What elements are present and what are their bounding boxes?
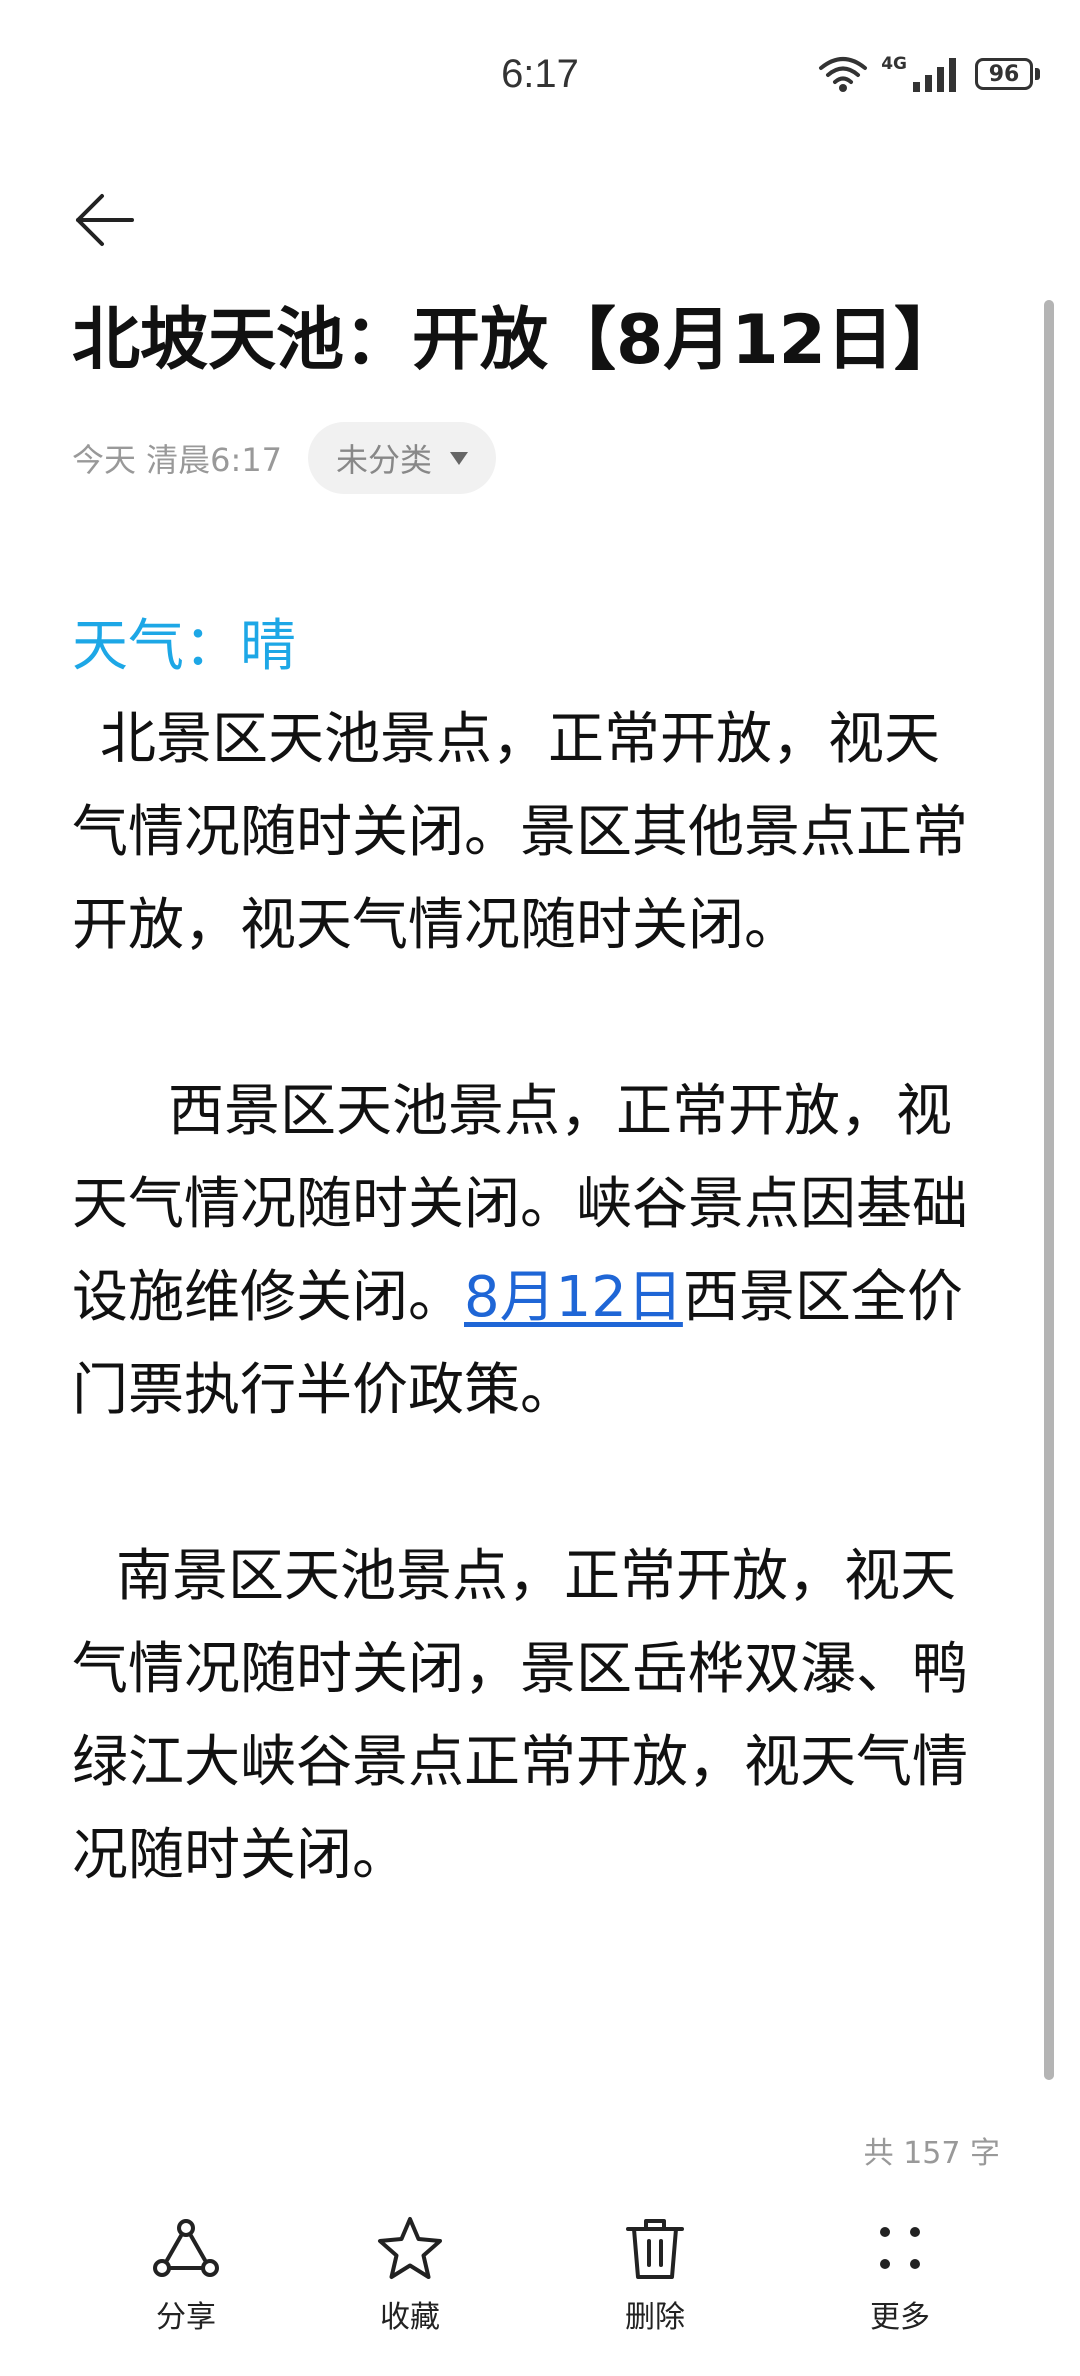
scrollbar-thumb[interactable] — [1044, 300, 1054, 2080]
note-date: 今天 清晨6:17 — [72, 441, 283, 479]
category-label: 未分类 — [336, 441, 433, 479]
back-arrow-icon — [76, 194, 134, 246]
star-icon — [378, 2217, 442, 2279]
battery-tip — [1035, 68, 1040, 80]
note-content[interactable]: 天气：晴 北景区天池景点，正常开放，视天气情况随时关闭。景区其他景点正常开放，视… — [72, 600, 992, 1902]
note-title[interactable]: 北坡天池：开放【8月12日】 — [72, 300, 962, 382]
more-button[interactable]: 更多 — [820, 2200, 980, 2350]
date-link[interactable]: 8月12日 — [464, 1265, 683, 1330]
more-label: 更多 — [870, 2300, 930, 2335]
share-label: 分享 — [156, 2300, 216, 2335]
signal-icon — [913, 58, 956, 92]
weather-line: 天气：晴 — [72, 614, 296, 679]
paragraph-west: 西景区天池景点，正常开放，视天气情况随时关闭。峡谷景点因基础设施维修关闭。8月1… — [72, 1065, 992, 1437]
favorite-label: 收藏 — [380, 2300, 440, 2335]
category-selector[interactable]: 未分类 — [308, 422, 497, 494]
status-icons: 4G 96 — [817, 54, 1040, 94]
share-icon — [153, 2219, 219, 2277]
network-type-label: 4G — [881, 54, 907, 74]
trash-icon — [626, 2219, 684, 2279]
paragraph-south: 南景区天池景点，正常开放，视天气情况随时关闭，景区岳桦双瀑、鸭绿江大峡谷景点正常… — [72, 1544, 968, 1888]
favorite-button[interactable]: 收藏 — [330, 2200, 490, 2350]
bottom-toolbar: 分享 收藏 删除 更多 — [0, 2200, 1080, 2350]
share-button[interactable]: 分享 — [106, 2200, 266, 2350]
paragraph-north: 北景区天池景点，正常开放，视天气情况随时关闭。景区其他景点正常开放，视天气情况随… — [72, 707, 968, 958]
delete-label: 删除 — [625, 2300, 685, 2335]
status-bar: 6:17 4G 96 — [0, 0, 1080, 160]
word-count: 共 157 字 — [863, 2136, 1000, 2171]
back-button[interactable] — [64, 180, 144, 260]
chevron-down-icon — [450, 451, 469, 465]
battery-level: 96 — [975, 58, 1033, 90]
scrollbar[interactable] — [1044, 300, 1054, 2080]
more-icon — [880, 2227, 920, 2269]
delete-button[interactable]: 删除 — [575, 2200, 735, 2350]
wifi-icon — [819, 57, 868, 92]
note-meta: 今天 清晨6:17 未分类 — [72, 420, 497, 496]
battery-icon: 96 — [975, 58, 1040, 90]
